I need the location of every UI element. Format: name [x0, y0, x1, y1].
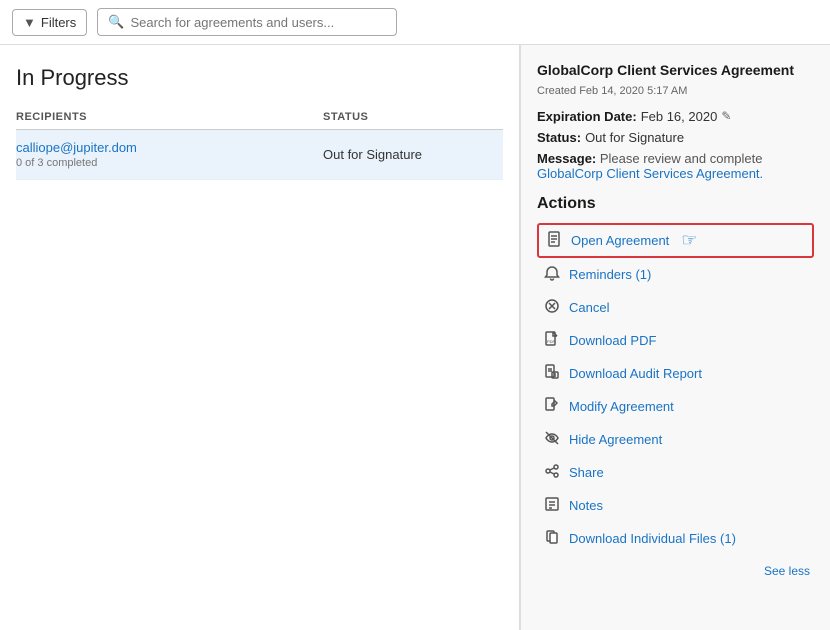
svg-text:PDF: PDF: [547, 339, 556, 344]
search-box: 🔍: [97, 8, 397, 36]
action-download-individual[interactable]: Download Individual Files (1): [537, 522, 814, 555]
action-open-agreement[interactable]: Open Agreement ☞: [537, 223, 814, 258]
hand-cursor: ☞: [681, 230, 697, 251]
recipient-sub: 0 of 3 completed: [16, 157, 323, 169]
toolbar: ▼ Filters 🔍: [0, 0, 830, 45]
section-title: In Progress: [16, 65, 503, 91]
share-icon: [543, 463, 561, 482]
recipient-info: calliope@jupiter.dom 0 of 3 completed: [16, 140, 323, 169]
action-cancel[interactable]: Cancel: [537, 291, 814, 324]
action-reminders[interactable]: Reminders (1): [537, 258, 814, 291]
right-panel: GlobalCorp Client Services Agreement Cre…: [520, 45, 830, 630]
modify-agreement-icon: [543, 397, 561, 416]
download-audit-icon: [543, 364, 561, 383]
main-layout: In Progress RECIPIENTS STATUS calliope@j…: [0, 45, 830, 630]
action-notes[interactable]: Notes: [537, 489, 814, 522]
reminders-icon: [543, 265, 561, 284]
cancel-icon: [543, 298, 561, 317]
action-label-share: Share: [569, 465, 604, 480]
agreement-created: Created Feb 14, 2020 5:17 AM: [537, 85, 814, 97]
action-hide-agreement[interactable]: Hide Agreement: [537, 423, 814, 456]
open-agreement-icon: [545, 231, 563, 250]
action-label-notes: Notes: [569, 498, 603, 513]
download-pdf-icon: PDF: [543, 331, 561, 350]
expiration-label: Expiration Date:: [537, 109, 637, 124]
search-input[interactable]: [130, 15, 386, 30]
status-label: Status:: [537, 130, 581, 145]
action-label-download-pdf: Download PDF: [569, 333, 656, 348]
message-row: Message: Please review and complete Glob…: [537, 151, 814, 181]
filter-icon: ▼: [23, 15, 36, 30]
action-label-open-agreement: Open Agreement: [571, 233, 669, 248]
search-icon: 🔍: [108, 14, 124, 30]
download-individual-icon: [543, 529, 561, 548]
action-modify-agreement[interactable]: Modify Agreement: [537, 390, 814, 423]
action-download-pdf[interactable]: PDF Download PDF: [537, 324, 814, 357]
table-row[interactable]: calliope@jupiter.dom 0 of 3 completed Ou…: [16, 130, 503, 180]
col-header-recipients: RECIPIENTS: [16, 111, 323, 123]
action-label-modify-agreement: Modify Agreement: [569, 399, 674, 414]
see-less: See less: [537, 555, 814, 580]
action-label-reminders: Reminders (1): [569, 267, 651, 282]
filter-label: Filters: [41, 15, 76, 30]
agreement-title: GlobalCorp Client Services Agreement: [537, 61, 814, 81]
actions-list: Open Agreement ☞ Reminders (1) Cancel PDF Dow…: [537, 223, 814, 555]
action-label-cancel: Cancel: [569, 300, 609, 315]
hide-agreement-icon: [543, 430, 561, 449]
actions-title: Actions: [537, 195, 814, 213]
action-label-download-individual: Download Individual Files (1): [569, 531, 736, 546]
message-label: Message:: [537, 151, 596, 166]
see-less-link[interactable]: See less: [764, 564, 810, 578]
action-label-hide-agreement: Hide Agreement: [569, 432, 662, 447]
edit-icon[interactable]: ✎: [721, 109, 731, 123]
expiration-row: Expiration Date: Feb 16, 2020 ✎: [537, 109, 814, 124]
action-share[interactable]: Share: [537, 456, 814, 489]
action-download-audit[interactable]: Download Audit Report: [537, 357, 814, 390]
expiration-value: Feb 16, 2020: [641, 109, 718, 124]
recipient-email: calliope@jupiter.dom: [16, 140, 323, 155]
notes-icon: [543, 496, 561, 515]
action-label-download-audit: Download Audit Report: [569, 366, 702, 381]
left-panel: In Progress RECIPIENTS STATUS calliope@j…: [0, 45, 520, 630]
status-value: Out for Signature: [585, 130, 684, 145]
message-link[interactable]: GlobalCorp Client Services Agreement.: [537, 166, 763, 181]
status-row: Status: Out for Signature: [537, 130, 814, 145]
table-header: RECIPIENTS STATUS: [16, 107, 503, 130]
message-text: Please review and complete: [600, 151, 763, 166]
filter-button[interactable]: ▼ Filters: [12, 9, 87, 36]
col-header-status: STATUS: [323, 111, 503, 123]
row-status: Out for Signature: [323, 147, 503, 162]
